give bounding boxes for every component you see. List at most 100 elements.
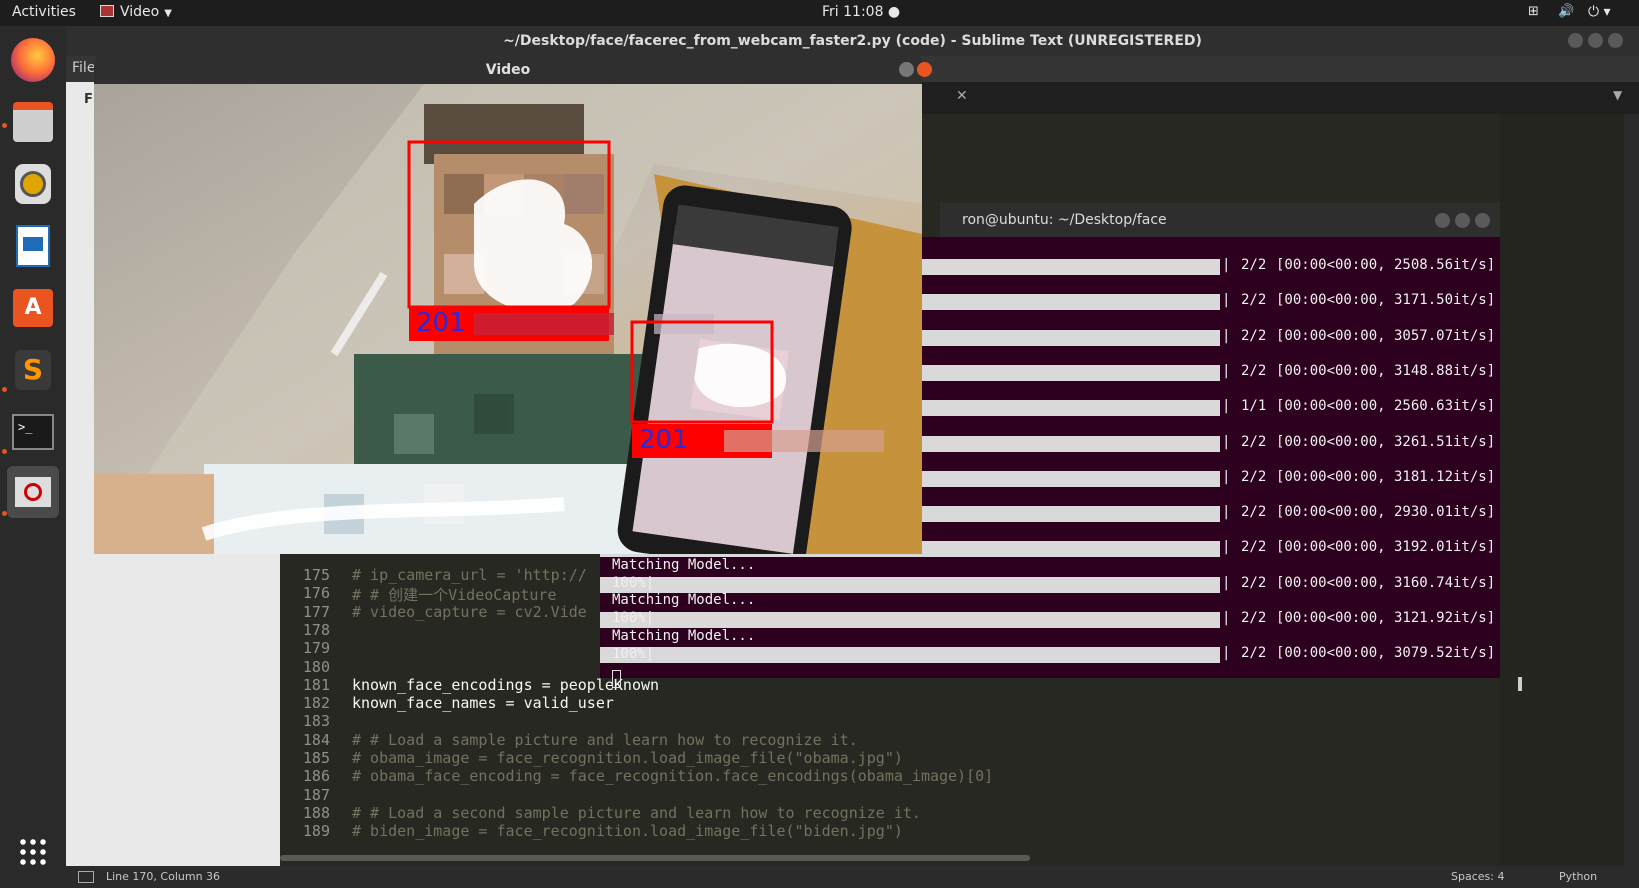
firefox-icon[interactable]	[7, 34, 59, 86]
code-line[interactable]: # obama_face_encoding = face_recognition…	[352, 767, 993, 785]
progress-count: 2/2	[1241, 645, 1267, 662]
menu-file[interactable]: File	[72, 60, 95, 76]
show-applications-icon[interactable]	[7, 826, 59, 878]
progress-separator: |	[1222, 574, 1231, 591]
line-number: 187	[302, 785, 330, 804]
status-spaces[interactable]: Spaces: 4	[1451, 870, 1504, 883]
progress-count: 2/2	[1241, 539, 1267, 556]
progress-count: 2/2	[1241, 292, 1267, 309]
progress-stats: [00:00<00:00, 3171.50it/s]	[1276, 292, 1496, 309]
progress-count: 2/2	[1241, 574, 1267, 591]
progress-stats: [00:00<00:00, 3121.92it/s]	[1276, 610, 1496, 626]
progress-count: 2/2	[1241, 362, 1267, 379]
files-icon[interactable]	[7, 96, 59, 148]
video-title-bar: Video	[94, 56, 932, 84]
line-number: 186	[302, 767, 330, 786]
minimap[interactable]	[1500, 114, 1624, 866]
terminal-title: ron@ubuntu: ~/Desktop/face	[962, 212, 1167, 228]
status-syntax[interactable]: Python	[1559, 870, 1597, 883]
terminal-close-button[interactable]	[1475, 213, 1490, 228]
progress-count: 2/2	[1241, 468, 1267, 485]
progress-stats: [00:00<00:00, 3181.12it/s]	[1276, 468, 1496, 485]
writer-icon[interactable]	[7, 220, 59, 272]
sidebar-folder-label[interactable]: F	[84, 92, 93, 107]
progress-stats: [00:00<00:00, 2930.01it/s]	[1276, 504, 1496, 521]
terminal-scrollbar[interactable]	[1518, 677, 1522, 691]
face-label-2: 201	[639, 425, 689, 455]
progress-separator: |	[1222, 610, 1231, 626]
code-line[interactable]: # # Load a sample picture and learn how …	[352, 731, 858, 749]
progress-bar	[600, 612, 1220, 628]
code-line[interactable]: # obama_image = face_recognition.load_im…	[352, 749, 903, 767]
progress-count: 2/2	[1241, 327, 1267, 344]
line-number: 179	[302, 639, 330, 658]
progress-stats: [00:00<00:00, 3057.07it/s]	[1276, 327, 1496, 344]
code-line[interactable]: # video_capture = cv2.Vide	[352, 603, 587, 621]
volume-icon[interactable]: 🔊	[1558, 4, 1574, 19]
power-icon[interactable]: ⏻ ▾	[1588, 4, 1611, 20]
horizontal-scrollbar[interactable]	[280, 855, 1030, 861]
webcam-image	[94, 84, 922, 554]
tab-list-chevron-icon[interactable]: ▼	[1613, 88, 1622, 102]
video-close-button[interactable]	[917, 62, 932, 77]
progress-separator: |	[1222, 292, 1231, 309]
progress-separator: |	[1222, 504, 1231, 521]
progress-separator: |	[1222, 362, 1231, 379]
face-label-1: 201	[416, 308, 466, 338]
progress-stats: [00:00<00:00, 3079.52it/s]	[1276, 645, 1496, 662]
terminal-title-bar: ron@ubuntu: ~/Desktop/face	[940, 203, 1500, 237]
progress-stats: [00:00<00:00, 3261.51it/s]	[1276, 433, 1496, 450]
sublime-window-title: ~/Desktop/face/facerec_from_webcam_faste…	[503, 33, 1202, 49]
line-number: 185	[302, 749, 330, 767]
matching-model-line: Matching Model...	[612, 592, 756, 609]
video-minimize-button[interactable]	[899, 62, 914, 77]
progress-count: 2/2	[1241, 504, 1267, 521]
progress-separator: |	[1222, 645, 1231, 662]
minimize-button[interactable]	[1568, 33, 1583, 48]
terminal-cursor	[612, 670, 621, 688]
line-number: 175	[302, 566, 330, 584]
progress-count: 2/2	[1241, 610, 1267, 626]
progress-stats: [00:00<00:00, 3148.88it/s]	[1276, 362, 1496, 379]
progress-separator: |	[1222, 539, 1231, 556]
panel-toggle-icon[interactable]	[78, 871, 94, 883]
progress-bar	[600, 576, 1220, 593]
top-bar: Activities Video ▼ Fri 11:08 ● ⊞ 🔊 ⏻ ▾	[0, 0, 1639, 26]
tab-close-icon[interactable]: ✕	[956, 88, 968, 104]
sublime-text-icon[interactable]: S	[7, 344, 59, 396]
video-window-icon[interactable]	[7, 466, 59, 518]
progress-separator: |	[1222, 468, 1231, 485]
progress-separator: |	[1222, 327, 1231, 344]
matching-model-line: Matching Model...	[612, 557, 756, 573]
maximize-button[interactable]	[1588, 33, 1603, 48]
software-center-icon[interactable]: A	[7, 282, 59, 334]
code-line[interactable]: # ip_camera_url = 'http://	[352, 566, 587, 584]
line-number: 189	[302, 822, 330, 841]
clock[interactable]: Fri 11:08 ●	[822, 4, 900, 20]
terminal-icon[interactable]: >_	[7, 406, 59, 458]
code-line[interactable]: # # Load a second sample picture and lea…	[352, 804, 921, 822]
line-number: 177	[302, 602, 330, 621]
progress-count: 2/2	[1241, 257, 1267, 273]
line-number: 181	[302, 675, 330, 694]
code-line[interactable]: # biden_image = face_recognition.load_im…	[352, 822, 903, 840]
progress-separator: |	[1222, 398, 1231, 415]
percent-line: 100%|	[612, 610, 655, 627]
video-window-title: Video	[485, 62, 531, 78]
activities-button[interactable]: Activities	[12, 4, 76, 20]
status-position[interactable]: Line 170, Column 36	[106, 870, 220, 883]
progress-separator: |	[1222, 433, 1231, 450]
line-number: 184	[302, 730, 330, 749]
matching-model-line: Matching Model...	[612, 627, 756, 644]
rhythmbox-icon[interactable]	[7, 158, 59, 210]
progress-stats: [00:00<00:00, 3192.01it/s]	[1276, 539, 1496, 556]
close-button[interactable]	[1608, 33, 1623, 48]
line-number: 183	[302, 712, 330, 731]
video-app-icon	[100, 5, 114, 17]
chevron-down-icon: ▼	[164, 8, 172, 19]
network-icon[interactable]: ⊞	[1528, 4, 1539, 19]
app-menu[interactable]: Video ▼	[100, 4, 172, 20]
terminal-maximize-button[interactable]	[1455, 213, 1470, 228]
code-line[interactable]: known_face_names = valid_user	[352, 694, 614, 712]
terminal-minimize-button[interactable]	[1435, 213, 1450, 228]
